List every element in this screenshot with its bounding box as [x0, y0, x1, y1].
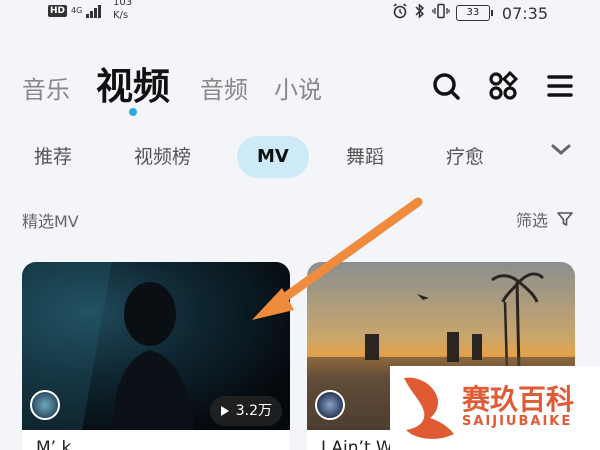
tab-audio[interactable]: 音频	[200, 70, 248, 105]
filter-button[interactable]: 筛选	[516, 207, 574, 231]
watermark-text: 赛玖百科	[462, 383, 575, 416]
play-count-badge: 3.2万	[209, 396, 282, 426]
status-bar: HD 4G 103 K/s 33 07:35	[0, 0, 600, 28]
apps-button[interactable]	[487, 70, 519, 102]
category-dance[interactable]: 舞蹈	[346, 136, 384, 178]
active-tab-indicator	[129, 108, 137, 116]
menu-icon	[547, 75, 573, 97]
status-right: 33 07:35	[392, 3, 548, 23]
category-video-chart[interactable]: 视频榜	[134, 136, 191, 178]
network-speed: 103 K/s	[113, 0, 133, 21]
bluetooth-icon	[414, 3, 426, 23]
signal-icon	[86, 4, 102, 18]
category-healing[interactable]: 疗愈	[446, 136, 484, 178]
play-count: 3.2万	[235, 403, 272, 419]
more-categories-button[interactable]	[550, 142, 572, 162]
chevron-down-icon	[551, 144, 571, 155]
search-icon	[433, 73, 460, 100]
apps-grid-icon	[489, 71, 518, 100]
watermark-logo	[404, 377, 454, 439]
video-title: M’ k	[36, 438, 72, 450]
avatar[interactable]	[30, 390, 60, 420]
play-icon	[220, 406, 229, 416]
vibrate-icon	[432, 3, 450, 23]
search-button[interactable]	[430, 70, 462, 102]
avatar[interactable]	[315, 390, 345, 420]
status-left: HD 4G	[48, 4, 102, 18]
watermark-subtext: SAIJIUBAIKE	[462, 414, 573, 429]
hd-badge: HD	[48, 5, 68, 17]
alarm-icon	[392, 3, 408, 23]
filter-icon	[557, 212, 573, 226]
category-bar: 推荐 视频榜 MV 舞蹈 疗愈	[0, 136, 600, 180]
category-recommend[interactable]: 推荐	[34, 136, 72, 178]
watermark: 赛玖百科 SAIJIUBAIKE	[390, 366, 600, 450]
tab-music[interactable]: 音乐	[22, 70, 70, 105]
video-card[interactable]: 3.2万 M’ k	[22, 262, 290, 450]
tab-novel[interactable]: 小说	[274, 70, 322, 105]
tab-video[interactable]: 视频	[96, 56, 170, 110]
network-type: 4G	[71, 6, 83, 15]
battery-icon: 33	[455, 5, 493, 21]
category-mv[interactable]: MV	[237, 136, 309, 178]
filter-label: 筛选	[515, 211, 548, 230]
section-title: 精选MV	[22, 212, 79, 231]
clock: 07:35	[501, 3, 548, 23]
menu-button[interactable]	[544, 70, 576, 102]
